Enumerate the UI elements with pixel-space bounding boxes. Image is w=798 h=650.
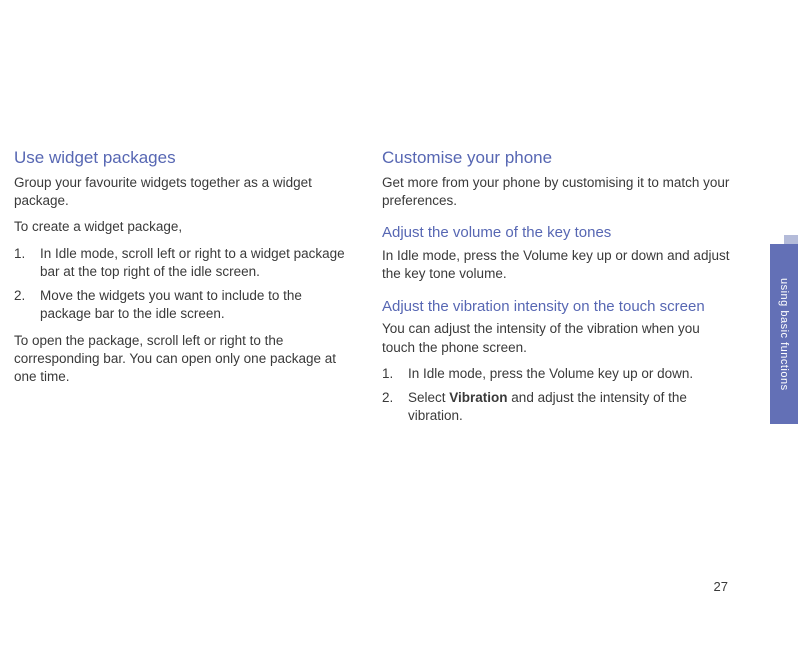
left-column: Use widget packages Group your favourite… — [14, 148, 354, 433]
customise-intro: Get more from your phone by customising … — [382, 174, 734, 210]
sidebar-tab-label: using basic functions — [778, 278, 790, 391]
vibration-body: You can adjust the intensity of the vibr… — [382, 320, 734, 356]
right-column: Customise your phone Get more from your … — [382, 148, 734, 433]
widget-create-steps: In Idle mode, scroll left or right to a … — [14, 245, 354, 324]
vibration-steps: In Idle mode, press the Volume key up or… — [382, 365, 734, 426]
heading-volume-keytones: Adjust the volume of the key tones — [382, 224, 734, 243]
page-content: Use widget packages Group your favourite… — [0, 0, 798, 433]
heading-widget-packages: Use widget packages — [14, 148, 354, 168]
widget-to-open: To open the package, scroll left or righ… — [14, 332, 354, 387]
list-item: Move the widgets you want to include to … — [14, 287, 354, 323]
list-item: In Idle mode, scroll left or right to a … — [14, 245, 354, 281]
heading-customise-phone: Customise your phone — [382, 148, 734, 168]
heading-vibration-intensity: Adjust the vibration intensity on the to… — [382, 298, 734, 317]
step2-bold: Vibration — [449, 390, 507, 405]
sidebar-tab: using basic functions — [770, 244, 798, 424]
page-number: 27 — [714, 579, 728, 594]
widget-to-create: To create a widget package, — [14, 218, 354, 236]
step2-prefix: Select — [408, 390, 449, 405]
list-item: In Idle mode, press the Volume key up or… — [382, 365, 734, 383]
widget-intro: Group your favourite widgets together as… — [14, 174, 354, 210]
list-item: Select Vibration and adjust the intensit… — [382, 389, 734, 425]
volume-keytones-body: In Idle mode, press the Volume key up or… — [382, 247, 734, 283]
sidebar-tab-accent — [784, 235, 798, 244]
